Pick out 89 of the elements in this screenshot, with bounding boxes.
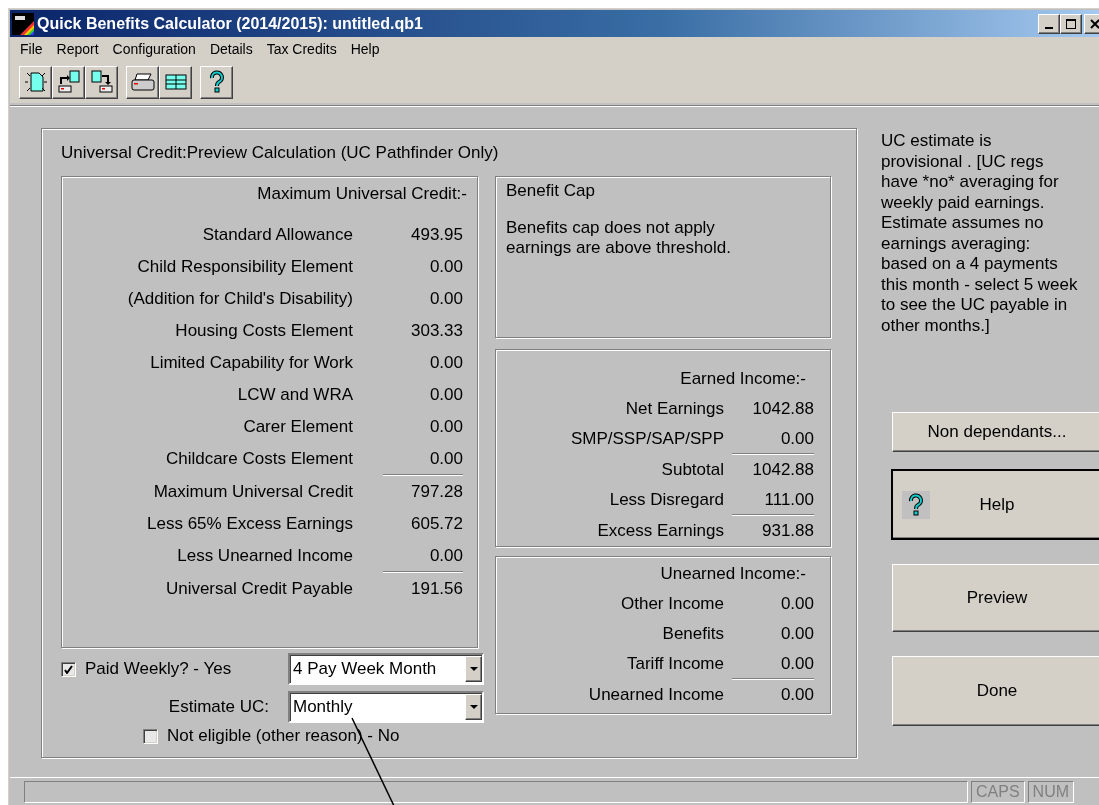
field-label: Standard Allowance	[201, 224, 353, 246]
field-value: 0.00	[428, 352, 463, 374]
field-value: 493.95	[410, 224, 463, 246]
field-value: 111.00	[763, 489, 814, 511]
dialog-button[interactable]: Preview	[892, 564, 1099, 632]
dropdown[interactable]: Monthly	[288, 691, 484, 723]
field-value: 0.00	[428, 384, 463, 406]
field-value: 0.00	[428, 545, 463, 567]
field-label: Childcare Costs Element	[164, 448, 353, 470]
cap-message: Benefits cap does not apply earnings are above threshold.	[506, 218, 732, 258]
field-label: Child Responsibility Element	[136, 256, 353, 278]
toolbar-button[interactable]	[159, 65, 192, 99]
section-heading: Earned Income:-	[679, 368, 807, 390]
field-label: Excess Earnings	[596, 520, 724, 542]
import-page-icon	[88, 70, 115, 94]
section-heading: Unearned Income:-	[659, 563, 807, 585]
field-value: 191.56	[410, 578, 463, 600]
menu-item[interactable]: File	[13, 39, 50, 59]
field-label: Other Income	[620, 593, 724, 615]
field-value: 0.00	[779, 653, 814, 675]
help-button[interactable]: Help	[892, 470, 1099, 539]
field-label: Subtotal	[660, 459, 724, 481]
toolbar-button[interactable]	[52, 65, 85, 99]
close-icon	[1090, 18, 1099, 29]
field-value: 1042.88	[751, 459, 814, 481]
checkbox[interactable]	[61, 661, 76, 677]
minimize-button[interactable]	[1038, 13, 1060, 34]
box-title: Benefit Cap	[506, 181, 596, 201]
field-label: Benefits	[661, 623, 724, 645]
dropdown-arrow-icon	[469, 667, 478, 671]
field-value: 0.00	[779, 593, 814, 615]
note-text: UC estimate is provisional . [UC regs have *no* averaging for weekly paid earnings. Estimate assumes no earnings averaging: based on a 4 payments this month - select 5 week to see the UC payable in other months.]	[881, 131, 1079, 336]
dropdown-arrow-icon	[469, 705, 478, 709]
field-label: LCW and WRA	[236, 384, 353, 406]
toolbar-button[interactable]	[19, 65, 52, 99]
dialog-button[interactable]: Non dependants...	[892, 412, 1099, 452]
field-value: 605.72	[410, 513, 463, 535]
maximize-icon	[1066, 18, 1076, 29]
section-heading: Maximum Universal Credit:-	[256, 183, 467, 205]
field-label: Carer Element	[242, 416, 353, 438]
dropdown[interactable]: 4 Pay Week Month	[288, 653, 484, 685]
window-title: Quick Benefits Calculator (2014/2015): untitled.qb1	[37, 14, 424, 33]
menu-item[interactable]: Help	[343, 39, 387, 59]
field-label: Unearned Income	[587, 684, 724, 706]
toolbar-button[interactable]	[200, 65, 233, 99]
field-label: Estimate UC:	[167, 697, 269, 717]
field-label: Limited Capability for Work	[149, 352, 353, 374]
field-value: 0.00	[428, 256, 463, 278]
toolbar-button[interactable]	[85, 65, 118, 99]
menu-item[interactable]: Tax Credits	[259, 39, 344, 59]
field-label: Less Disregard	[608, 489, 724, 511]
field-value: 303.33	[410, 320, 463, 342]
check-icon	[64, 664, 73, 674]
field-value: 0.00	[779, 428, 814, 450]
field-label: (Addition for Child's Disability)	[126, 288, 353, 310]
new-page-icon	[22, 70, 49, 94]
field-label: Universal Credit Payable	[164, 578, 353, 600]
field-value: 797.28	[410, 481, 463, 503]
app-logo-icon	[12, 12, 34, 35]
field-value: 0.00	[428, 288, 463, 310]
status-indicator: NUM	[1027, 781, 1074, 803]
menu-item[interactable]: Report	[49, 39, 106, 59]
dialog-button[interactable]: Done	[892, 656, 1099, 726]
checkbox[interactable]	[143, 728, 158, 744]
minimize-icon	[1045, 26, 1053, 29]
field-label: Tariff Income	[626, 653, 724, 675]
field-value: 931.88	[761, 520, 814, 542]
field-label: SMP/SSP/SAP/SPP	[569, 428, 724, 450]
field-value: 0.00	[779, 684, 814, 706]
close-button[interactable]	[1084, 13, 1099, 34]
toolbar-button[interactable]	[126, 65, 159, 99]
field-value: 0.00	[428, 448, 463, 470]
export-page-icon	[55, 70, 82, 94]
field-label: Less 65% Excess Earnings	[146, 513, 353, 535]
checkbox-label: Not eligible (other reason) - No	[167, 726, 400, 746]
status-indicator: CAPS	[971, 781, 1025, 803]
checkbox-label: Paid Weekly? - Yes	[85, 659, 232, 679]
maximize-button[interactable]	[1060, 13, 1082, 34]
field-label: Net Earnings	[624, 398, 724, 420]
printer-icon	[129, 70, 156, 94]
field-label: Housing Costs Element	[174, 320, 353, 342]
menu-item[interactable]: Details	[202, 39, 260, 59]
field-value: 0.00	[779, 623, 814, 645]
field-value: 1042.88	[751, 398, 814, 420]
group-title: Universal Credit:Preview Calculation (UC Pathfinder Only)	[61, 143, 500, 163]
field-label: Maximum Universal Credit	[152, 481, 353, 503]
field-value: 0.00	[428, 416, 463, 438]
field-label: Less Unearned Income	[176, 545, 353, 567]
menu-item[interactable]: Configuration	[105, 39, 203, 59]
